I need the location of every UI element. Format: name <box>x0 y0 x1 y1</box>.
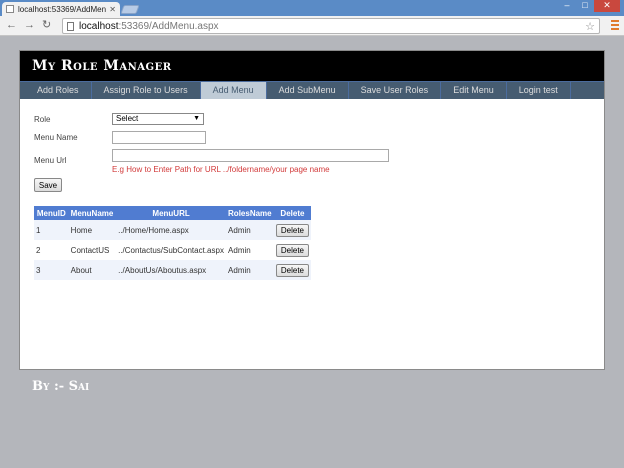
col-menuid: MenuID <box>34 206 69 220</box>
cell-menuname: ContactUS <box>68 240 117 260</box>
forward-arrow-icon[interactable]: → <box>24 19 35 32</box>
role-select-value: Select <box>116 114 139 123</box>
menu-item-save-user-roles[interactable]: Save User Roles <box>348 82 442 99</box>
browser-toolbar: ← → ↻ localhost :53369/AddMenu.aspx ☆ <box>0 16 624 36</box>
table-row: 3 About ../AboutUs/Aboutus.aspx Admin De… <box>34 260 311 280</box>
delete-button[interactable]: Delete <box>275 263 309 277</box>
menu-item-assign-role[interactable]: Assign Role to Users <box>91 82 201 99</box>
page-icon <box>67 21 74 31</box>
table-row: 1 Home ../Home/Home.aspx Admin Delete <box>34 220 311 240</box>
menu-table: MenuID MenuName MenuURL RolesName Delete… <box>34 206 311 280</box>
page-viewport: My Role Manager Add Roles Assign Role to… <box>0 37 624 468</box>
cell-menuurl: ../Contactus/SubContact.aspx <box>116 240 227 260</box>
menu-item-add-roles[interactable]: Add Roles <box>25 82 92 99</box>
cell-rolesname: Admin <box>226 220 274 240</box>
close-window-icon[interactable]: ✕ <box>594 0 620 12</box>
table-row: 2 ContactUS ../Contactus/SubContact.aspx… <box>34 240 311 260</box>
cell-menuurl: ../Home/Home.aspx <box>116 220 227 240</box>
delete-button[interactable]: Delete <box>275 243 309 257</box>
add-menu-form: Role Select ▼ Menu Name Menu Url E.g How… <box>20 99 604 189</box>
site-footer: By :- Sai <box>32 379 90 394</box>
role-select[interactable]: Select ▼ <box>112 113 204 125</box>
menu-item-add-submenu[interactable]: Add SubMenu <box>266 82 349 99</box>
delete-button[interactable]: Delete <box>275 223 309 237</box>
url-host: localhost <box>79 20 119 32</box>
browser-menu-icon[interactable] <box>611 20 619 32</box>
new-tab-button[interactable] <box>120 5 140 14</box>
tab-title: localhost:53369/AddMenu <box>18 4 107 14</box>
cell-rolesname: Admin <box>226 240 274 260</box>
table-header-row: MenuID MenuName MenuURL RolesName Delete <box>34 206 311 220</box>
col-menuname: MenuName <box>68 206 117 220</box>
minimize-icon[interactable]: – <box>558 0 576 12</box>
url-path: :53369/AddMenu.aspx <box>118 20 219 32</box>
reload-icon[interactable]: ↻ <box>42 19 51 32</box>
address-bar[interactable]: localhost :53369/AddMenu.aspx ☆ <box>62 18 600 34</box>
site-title: My Role Manager <box>32 58 172 74</box>
maximize-icon[interactable]: □ <box>576 0 594 12</box>
role-label: Role <box>34 115 51 124</box>
page-container: My Role Manager Add Roles Assign Role to… <box>19 50 605 370</box>
browser-tabstrip: localhost:53369/AddMenu ✕ – □ ✕ <box>0 0 624 16</box>
menu-name-label: Menu Name <box>34 133 78 142</box>
menu-item-add-menu[interactable]: Add Menu <box>200 82 267 99</box>
main-menu: Add Roles Assign Role to Users Add Menu … <box>20 81 604 99</box>
menu-item-edit-menu[interactable]: Edit Menu <box>441 82 507 99</box>
bookmark-star-icon[interactable]: ☆ <box>585 20 595 33</box>
menu-url-input[interactable] <box>112 149 389 162</box>
menu-name-input[interactable] <box>112 131 206 144</box>
window-controls: – □ ✕ <box>558 0 620 12</box>
page-favicon-icon <box>6 5 14 13</box>
site-header: My Role Manager <box>20 51 604 81</box>
cell-menuname: Home <box>68 220 117 240</box>
dropdown-arrow-icon: ▼ <box>193 115 200 122</box>
cell-rolesname: Admin <box>226 260 274 280</box>
back-arrow-icon[interactable]: ← <box>6 19 17 32</box>
col-rolesname: RolesName <box>226 206 274 220</box>
col-delete: Delete <box>273 206 311 220</box>
cell-menuid: 2 <box>34 240 69 260</box>
save-button[interactable]: Save <box>34 178 62 192</box>
menu-url-label: Menu Url <box>34 156 67 165</box>
col-menuurl: MenuURL <box>116 206 227 220</box>
cell-menuname: About <box>68 260 117 280</box>
browser-tab[interactable]: localhost:53369/AddMenu ✕ <box>2 2 120 16</box>
cell-menuid: 3 <box>34 260 69 280</box>
cell-menuurl: ../AboutUs/Aboutus.aspx <box>116 260 227 280</box>
menu-item-login-test[interactable]: Login test <box>506 82 571 99</box>
url-hint-text: E.g How to Enter Path for URL ../foldern… <box>112 165 330 174</box>
cell-menuid: 1 <box>34 220 69 240</box>
close-tab-icon[interactable]: ✕ <box>109 5 116 14</box>
